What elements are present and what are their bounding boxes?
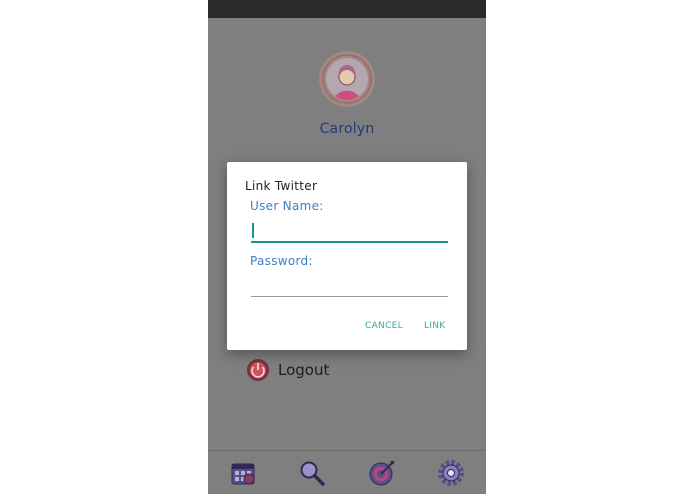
logout-label: Logout xyxy=(278,361,330,379)
profile-name: Carolyn xyxy=(319,121,375,137)
search-icon xyxy=(300,461,325,486)
cancel-button[interactable]: CANCEL xyxy=(365,321,403,331)
logout-item[interactable]: Logout xyxy=(246,356,329,384)
username-label: User Name: xyxy=(250,199,324,213)
nav-target-button[interactable] xyxy=(367,458,397,488)
password-label: Password: xyxy=(250,254,313,268)
nav-settings-button[interactable] xyxy=(436,458,466,488)
logout-icon xyxy=(246,358,270,382)
calendar-icon xyxy=(231,463,255,485)
dialog-title: Link Twitter xyxy=(245,179,318,193)
link-button[interactable]: LINK xyxy=(424,321,446,331)
status-bar xyxy=(208,0,486,18)
nav-calendar-button[interactable] xyxy=(228,458,258,488)
link-twitter-dialog: Link Twitter User Name: Password: CANCEL… xyxy=(227,162,467,350)
text-cursor xyxy=(252,223,254,238)
gear-icon xyxy=(438,460,465,486)
avatar-icon[interactable] xyxy=(318,50,376,108)
password-input[interactable] xyxy=(251,276,448,297)
bottom-nav xyxy=(208,450,486,494)
target-icon xyxy=(369,461,394,486)
nav-search-button[interactable] xyxy=(297,458,327,488)
username-input[interactable] xyxy=(251,221,448,243)
